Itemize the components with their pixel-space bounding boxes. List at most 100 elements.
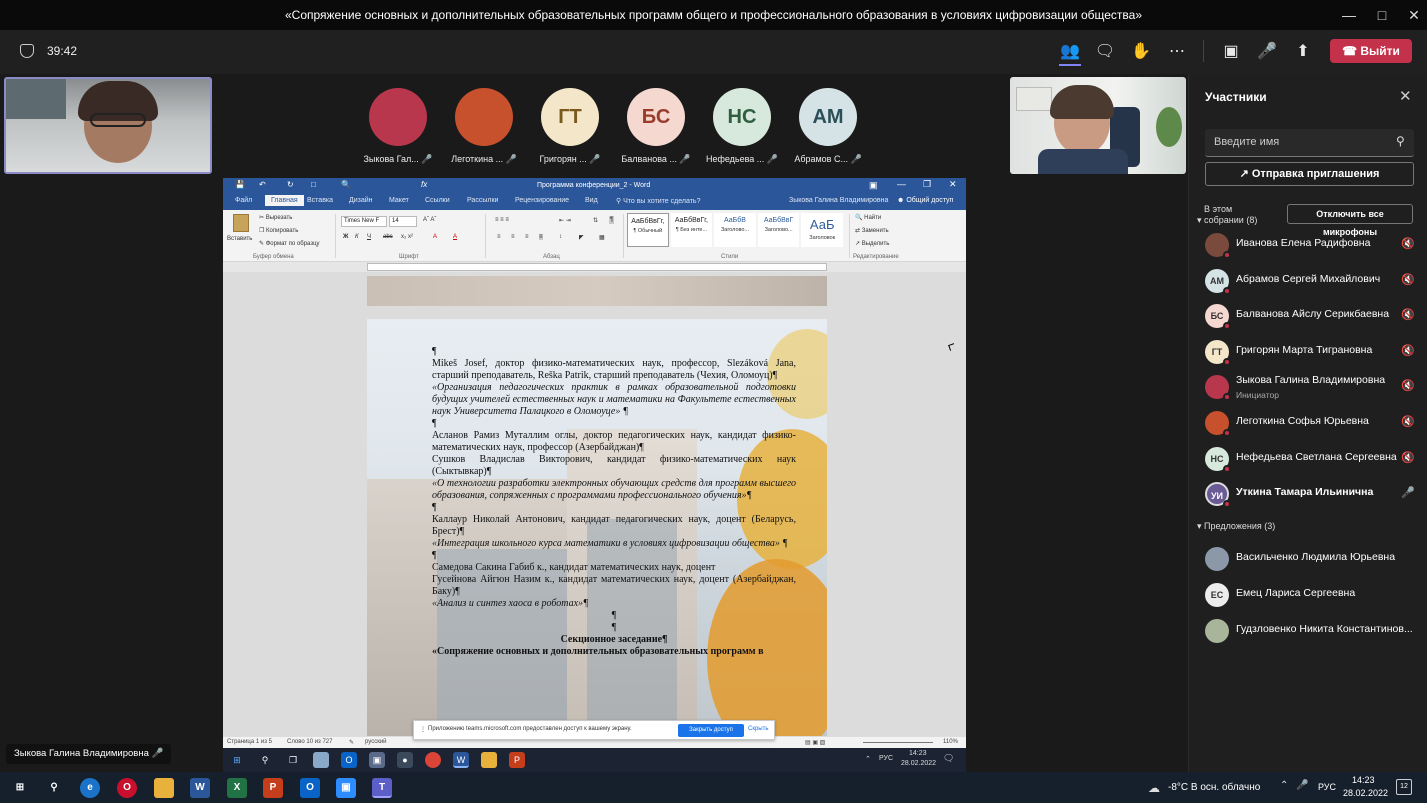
zoom-slider[interactable]	[863, 742, 933, 743]
word-icon[interactable]: W	[190, 778, 210, 798]
teams-icon[interactable]: T	[372, 778, 392, 798]
edge-icon[interactable]: e	[80, 778, 100, 798]
start-icon[interactable]: ⊞	[229, 752, 245, 768]
align-left-icon[interactable]: ≡	[497, 234, 501, 240]
app-icon[interactable]: ●	[397, 752, 413, 768]
ribbon-tab[interactable]: Рассылки	[467, 197, 498, 204]
suggestions-header[interactable]: ▾ Предложения (3)	[1197, 521, 1275, 532]
in-meeting-header[interactable]: ▾ В этом собрании (8)	[1197, 204, 1268, 226]
word-restore-icon[interactable]: ❐	[923, 179, 931, 190]
folder-icon[interactable]	[481, 752, 497, 768]
style-option[interactable]: АаБ Заголовок	[801, 213, 843, 247]
borders-icon[interactable]: ▦	[599, 234, 605, 241]
sort-icon[interactable]: ⇅	[593, 217, 598, 224]
bold-icon[interactable]: Ж	[343, 234, 348, 240]
inner-notifications-icon[interactable]: 🗨	[943, 753, 954, 764]
highlight-icon[interactable]: A	[433, 234, 437, 240]
app-icon[interactable]	[313, 752, 329, 768]
style-option[interactable]: АаБбВвГ Заголово...	[757, 213, 800, 247]
underline-icon[interactable]: Ч	[367, 234, 371, 240]
ribbon-tab[interactable]: Вид	[585, 197, 598, 204]
search-input[interactable]: Введите имя ⚲	[1205, 129, 1414, 157]
weather-text[interactable]: -8°C В осн. облачно	[1168, 782, 1260, 793]
ribbon-tab[interactable]: Вставка	[307, 197, 333, 204]
task-view-icon[interactable]: ❐	[285, 752, 301, 768]
cut-button[interactable]: ✂ Вырезать	[259, 214, 292, 221]
avatar-tile[interactable]: АМ Абрамов С... 🎤	[785, 88, 871, 168]
avatar-tile[interactable]: БС Балванова ... 🎤	[613, 88, 699, 168]
proofing-icon[interactable]: ✎	[349, 739, 354, 746]
chrome-icon[interactable]	[425, 752, 441, 768]
clock-date[interactable]: 28.02.2022	[1343, 788, 1388, 798]
maximize-icon[interactable]: □	[1367, 5, 1397, 25]
style-option[interactable]: АаБбВ Заголово...	[714, 213, 756, 247]
ribbon-tab[interactable]: Дизайн	[349, 197, 373, 204]
preview-icon[interactable]: 🔍	[341, 180, 351, 189]
align-center-icon[interactable]: ≡	[511, 234, 515, 240]
leave-button[interactable]: ☎ Выйти	[1330, 39, 1412, 63]
replace-button[interactable]: ⇄ Заменить	[855, 227, 889, 234]
participants-icon[interactable]: 👥	[1059, 42, 1081, 62]
reactions-icon[interactable]: ✋	[1130, 42, 1152, 62]
pilcrow-icon[interactable]: ¶	[609, 216, 615, 224]
hide-link[interactable]: Скрыть	[748, 726, 768, 732]
mic-off-icon[interactable]: 🎤	[1256, 42, 1278, 62]
close-panel-icon[interactable]: ✕	[1399, 87, 1412, 105]
word-taskbar-icon[interactable]: W	[453, 752, 469, 768]
mute-all-button[interactable]: Отключить все микрофоны	[1287, 204, 1413, 237]
avatar-tile[interactable]: ГТ Григорян ... 🎤	[527, 88, 613, 168]
participant-row[interactable]: НС Нефедьева Светлана Сергеевна 🔇	[1189, 443, 1427, 479]
word-close-icon[interactable]: ✕	[949, 179, 957, 190]
bullets-icon[interactable]: ≡ ≡ ≡	[495, 217, 509, 223]
font-name-select[interactable]: Times New F	[341, 216, 387, 227]
participant-row[interactable]: Васильченко Людмила Юрьевна	[1189, 543, 1427, 579]
paste-icon[interactable]	[233, 214, 249, 232]
tell-me-input[interactable]: ⚲ Что вы хотите сделать?	[616, 197, 700, 205]
avatar-tile[interactable]: Леготкина ... 🎤	[441, 88, 527, 168]
italic-icon[interactable]: К	[355, 234, 359, 240]
document-page[interactable]: ¶ Mikeš Josef, доктор физико-математическ…	[367, 319, 827, 736]
participant-row[interactable]: БС Балванова Айслу Серикбаевна 🔇	[1189, 300, 1427, 336]
drag-handle-icon[interactable]: ⋮	[420, 726, 426, 733]
search-icon[interactable]: ⚲	[257, 752, 273, 768]
video-tile-right[interactable]	[1010, 77, 1186, 174]
opera-icon[interactable]: O	[117, 778, 137, 798]
ribbon-tab[interactable]: Главная	[265, 195, 304, 206]
ribbon-tab[interactable]: Ссылки	[425, 197, 450, 204]
strike-icon[interactable]: abc	[383, 234, 393, 240]
avatar-tile[interactable]: НС Нефедьева ... 🎤	[699, 88, 785, 168]
more-options-icon[interactable]: ⋯	[1166, 42, 1188, 62]
line-spacing-icon[interactable]: ↕	[559, 234, 562, 240]
folder-icon[interactable]	[154, 778, 174, 798]
close-icon[interactable]: ✕	[1399, 5, 1427, 25]
notifications-icon[interactable]: 12	[1396, 779, 1412, 795]
ribbon-tab[interactable]: Макет	[389, 197, 409, 204]
style-option[interactable]: АаБбВвГг, ¶ Без инте...	[670, 213, 713, 247]
search-icon[interactable]: ⚲	[44, 778, 64, 798]
find-button[interactable]: 🔍 Найти	[855, 214, 881, 221]
subscript-icon[interactable]: x₂ x²	[401, 234, 413, 240]
save-icon[interactable]: 💾	[235, 180, 245, 189]
participant-row[interactable]: АМ Абрамов Сергей Михайлович 🔇	[1189, 265, 1427, 301]
ribbon-tab[interactable]: Рецензирование	[515, 197, 569, 204]
participant-row[interactable]: Иванова Елена Радифовна 🔇	[1189, 229, 1427, 265]
undo-icon[interactable]: ↶	[259, 180, 266, 189]
participant-row[interactable]: УИ Уткина Тамара Ильинична 🎤	[1189, 478, 1427, 514]
inner-tray-arrow-icon[interactable]: ⌃	[865, 755, 871, 763]
indent-icon[interactable]: ⇤ ⇥	[559, 217, 571, 224]
shading-icon[interactable]: ◤	[579, 234, 584, 241]
participant-row[interactable]: Гудзловенко Никита Константинов...	[1189, 615, 1427, 651]
ribbon-options-icon[interactable]: ▣	[869, 180, 878, 191]
ribbon-tab[interactable]: Файл	[235, 197, 252, 204]
view-mode-icons[interactable]: ▤ ▣ ▧	[805, 739, 825, 746]
avatar-tile[interactable]: Зыкова Гал... 🎤	[355, 88, 441, 168]
new-doc-icon[interactable]: □	[311, 180, 316, 189]
formula-icon[interactable]: fx	[421, 180, 427, 189]
minimize-icon[interactable]: —	[1334, 5, 1364, 25]
justify-icon[interactable]: ≡	[539, 234, 543, 240]
font-grow-icon[interactable]: Aˆ Aˇ	[423, 217, 436, 223]
start-icon[interactable]: ⊞	[10, 778, 30, 798]
save-app-icon[interactable]: ▣	[369, 752, 385, 768]
redo-icon[interactable]: ↻	[287, 180, 294, 189]
invite-button[interactable]: ↗ Отправка приглашения	[1205, 162, 1414, 186]
